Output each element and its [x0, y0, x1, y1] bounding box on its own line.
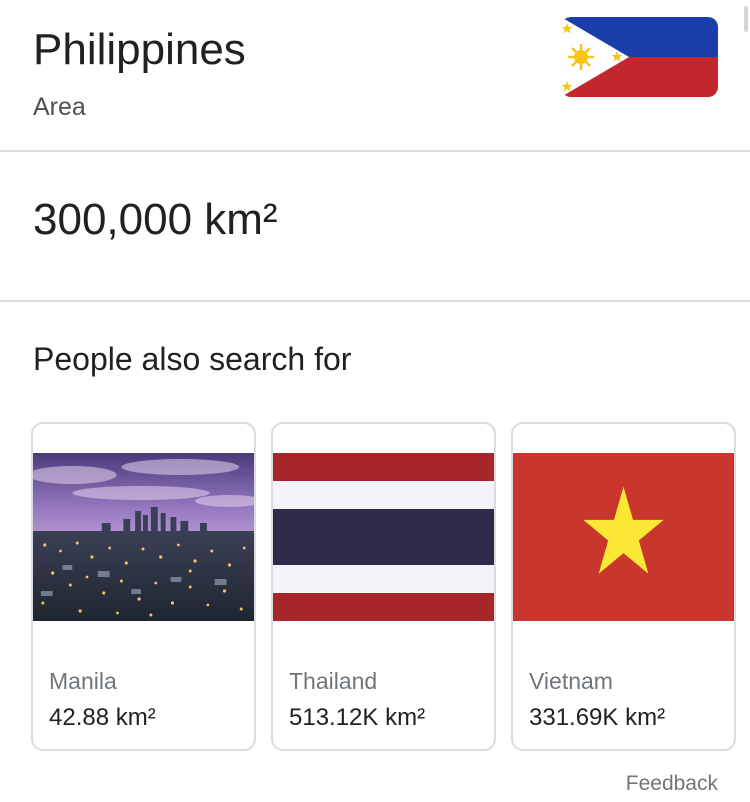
related-item-name: Thailand: [289, 668, 378, 694]
philippines-flag-icon[interactable]: [561, 17, 718, 97]
knowledge-header: Philippines Area: [0, 0, 750, 152]
manila-skyline-photo: [33, 453, 254, 621]
vietnam-flag-icon: [513, 453, 734, 621]
attribute-label: Area: [33, 93, 86, 121]
related-heading: People also search for: [33, 341, 352, 377]
page-title: Philippines: [33, 25, 246, 74]
related-item-value: 42.88 km²: [49, 704, 156, 731]
related-item-name: Vietnam: [529, 668, 613, 694]
answer-section: 300,000 km²: [0, 152, 750, 302]
related-card-manila[interactable]: Manila 42.88 km²: [31, 422, 256, 751]
related-card-vietnam[interactable]: Vietnam 331.69K km²: [511, 422, 736, 751]
feedback-link[interactable]: Feedback: [626, 770, 718, 798]
related-item-value: 331.69K km²: [529, 704, 666, 731]
area-value: 300,000 km²: [33, 195, 278, 244]
related-card-thailand[interactable]: Thailand 513.12K km²: [271, 422, 496, 751]
related-item-value: 513.12K km²: [289, 704, 426, 731]
thailand-flag-icon: [273, 453, 494, 621]
related-item-name: Manila: [49, 668, 117, 694]
